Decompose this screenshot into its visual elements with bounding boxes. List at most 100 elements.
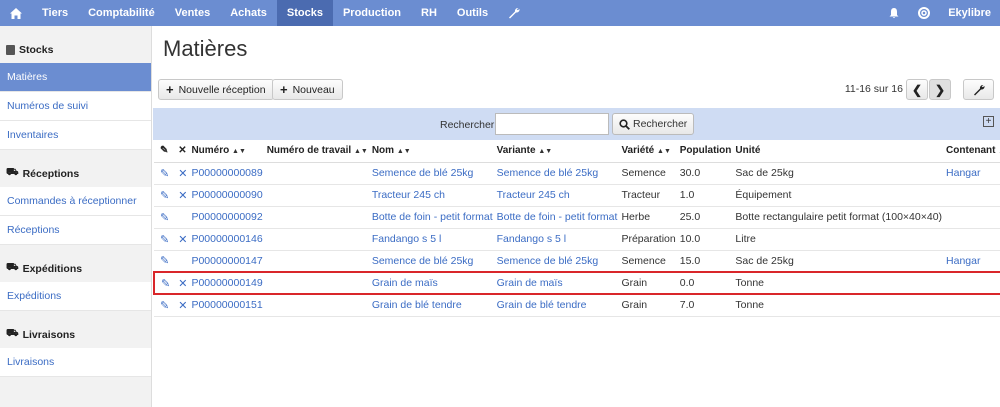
edit-row-button[interactable]: ✎	[154, 206, 173, 229]
column-header-unite[interactable]: Unité	[733, 140, 945, 163]
previous-page-button[interactable]: ❮	[906, 79, 928, 100]
cell-population: 7.0	[677, 294, 734, 317]
nav-rh[interactable]: RH	[411, 0, 447, 26]
bell-icon	[889, 8, 899, 19]
sidebar-item-receptions[interactable]: Réceptions	[0, 216, 151, 245]
cell-variante[interactable]: Semence de blé 25kg	[494, 250, 620, 273]
sidebar-section-receptions: ⛟ Réceptions	[0, 160, 151, 187]
cell-nom[interactable]: Fandango s 5 l	[369, 228, 495, 251]
table-row: ✎ ✕ P00000000090 Tracteur 245 ch Tracteur 24…	[154, 184, 1000, 207]
cell-variete: Semence	[619, 162, 678, 185]
list-settings-button[interactable]	[963, 79, 994, 100]
edit-row-button[interactable]: ✎	[154, 228, 173, 251]
cell-numero[interactable]: P00000000090	[189, 184, 265, 207]
column-header-population[interactable]: Population	[677, 140, 734, 163]
delete-row-button[interactable]: ✕	[172, 162, 190, 185]
cell-numero[interactable]: P00000000151	[189, 294, 265, 317]
pencil-icon: ✎	[160, 145, 169, 157]
sidebar-item-inventaires[interactable]: Inventaires	[0, 121, 151, 150]
delete-row-button[interactable]: ✕	[172, 271, 190, 295]
user-menu[interactable]: Ekylibre	[939, 0, 1000, 26]
pencil-icon: ✎	[160, 167, 170, 180]
cell-variete: Préparation	[619, 228, 678, 251]
page-title: Matières	[163, 36, 248, 61]
sidebar-section-title: Stocks	[19, 43, 54, 56]
sidebar-item-matieres[interactable]: Matières	[0, 63, 151, 92]
cell-variante[interactable]: Grain de maïs	[494, 271, 620, 295]
sidebar-item-numeros-de-suivi[interactable]: Numéros de suivi	[0, 92, 151, 121]
delete-row-button[interactable]: ✕	[172, 184, 190, 207]
cell-population: 30.0	[677, 162, 734, 185]
cell-contenant[interactable]	[944, 206, 1000, 229]
column-header-variete[interactable]: Variété ▲▼	[619, 140, 678, 163]
nav-comptabilite[interactable]: Comptabilité	[78, 0, 165, 26]
new-button[interactable]: + Nouveau	[272, 79, 343, 100]
cell-nom[interactable]: Semence de blé 25kg	[369, 250, 495, 273]
matieres-table: ✎ ✕ Numéro ▲▼ Numéro de travail ▲▼ Nom ▲…	[152, 140, 1000, 317]
cell-nom[interactable]: Tracteur 245 ch	[369, 184, 495, 207]
cell-contenant[interactable]	[944, 228, 1000, 251]
column-label: Variété	[621, 145, 655, 157]
nav-tiers[interactable]: Tiers	[32, 0, 78, 26]
edit-row-button[interactable]: ✎	[154, 162, 173, 185]
book-icon	[6, 44, 15, 55]
sort-icon: ▲▼	[538, 148, 553, 156]
column-header-nom[interactable]: Nom ▲▼	[369, 140, 495, 163]
sidebar-item-livraisons[interactable]: Livraisons	[0, 348, 151, 377]
cell-numero[interactable]: P00000000092	[189, 206, 265, 229]
new-reception-button[interactable]: + Nouvelle réception	[158, 79, 274, 100]
cell-variante[interactable]: Semence de blé 25kg	[494, 162, 620, 185]
notifications-button[interactable]	[879, 0, 909, 26]
cell-nom[interactable]: Grain de blé tendre	[369, 294, 495, 317]
table-row: ✎ ✕ P00000000146 Fandango s 5 l Fandango s 5…	[154, 228, 1000, 251]
cell-contenant[interactable]	[944, 294, 1000, 317]
edit-row-button[interactable]: ✎	[154, 184, 173, 207]
nav-stocks[interactable]: Stocks	[276, 0, 333, 26]
cell-contenant[interactable]: Hangar	[944, 162, 1000, 185]
cell-nom[interactable]: Semence de blé 25kg	[369, 162, 495, 185]
edit-row-button[interactable]: ✎	[154, 250, 173, 273]
home-button[interactable]	[0, 0, 32, 26]
chevron-right-icon: ❯	[934, 82, 946, 97]
nav-achats[interactable]: Achats	[220, 0, 277, 26]
cell-nom[interactable]: Botte de foin - petit format	[369, 206, 495, 229]
cell-nom[interactable]: Grain de maïs	[369, 271, 495, 295]
cell-variete: Grain	[619, 271, 678, 295]
cell-contenant[interactable]	[944, 184, 1000, 207]
column-header-contenant[interactable]: Contenant ▲▼	[944, 140, 1000, 163]
expand-search-icon[interactable]: +	[983, 116, 994, 127]
close-icon: ✕	[178, 277, 188, 290]
delete-row-button[interactable]: ✕	[172, 294, 190, 317]
cell-variante[interactable]: Fandango s 5 l	[494, 228, 620, 251]
cell-unite: Sac de 25kg	[733, 250, 945, 273]
cell-numero[interactable]: P00000000147	[189, 250, 265, 273]
cell-variante[interactable]: Botte de foin - petit format	[494, 206, 620, 229]
nav-production[interactable]: Production	[333, 0, 411, 26]
search-button-label: Rechercher	[633, 118, 688, 130]
help-button[interactable]	[909, 0, 939, 26]
nav-ventes[interactable]: Ventes	[165, 0, 220, 26]
cell-numero[interactable]: P00000000089	[189, 162, 265, 185]
column-label: Nom	[371, 145, 395, 157]
column-header-variante[interactable]: Variante ▲▼	[494, 140, 620, 163]
cell-numero[interactable]: P00000000149	[189, 271, 265, 295]
next-page-button[interactable]: ❯	[929, 79, 951, 100]
edit-row-button[interactable]: ✎	[152, 271, 173, 295]
cell-numero[interactable]: P00000000146	[189, 228, 265, 251]
column-header-numero[interactable]: Numéro ▲▼	[189, 140, 265, 163]
settings-button[interactable]	[498, 0, 530, 26]
sidebar-item-commandes-a-receptionner[interactable]: Commandes à réceptionner	[0, 187, 151, 216]
delete-row-button[interactable]: ✕	[172, 228, 190, 251]
cell-variante[interactable]: Grain de blé tendre	[494, 294, 620, 317]
search-input[interactable]	[495, 113, 609, 135]
search-button[interactable]: Rechercher	[612, 113, 695, 135]
search-icon	[619, 118, 630, 130]
cell-contenant[interactable]: Hangar	[944, 250, 1000, 273]
cell-variante[interactable]: Tracteur 245 ch	[494, 184, 620, 207]
column-header-numero-de-travail[interactable]: Numéro de travail ▲▼	[264, 140, 370, 163]
cell-contenant[interactable]	[944, 271, 1000, 295]
cell-population: 25.0	[677, 206, 734, 229]
edit-row-button[interactable]: ✎	[154, 294, 173, 317]
sidebar-item-expeditions[interactable]: Expéditions	[0, 282, 151, 311]
nav-outils[interactable]: Outils	[447, 0, 498, 26]
